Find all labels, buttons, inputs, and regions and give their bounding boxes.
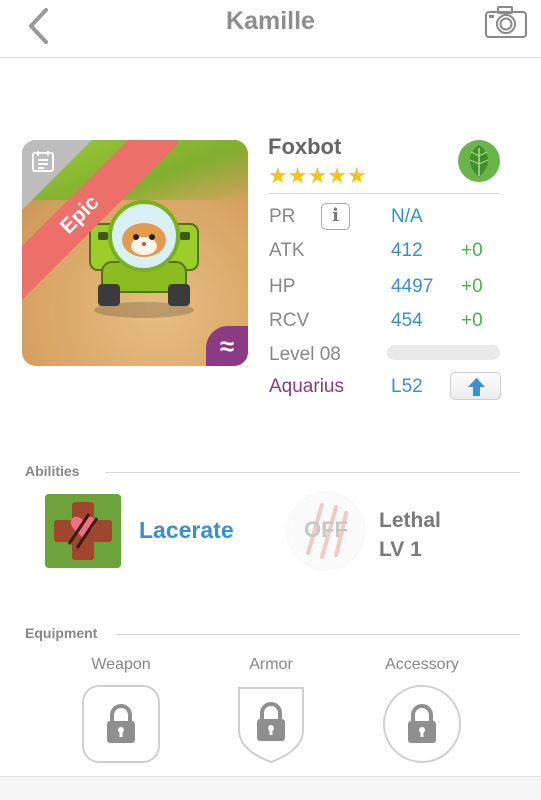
abilities-divider (106, 472, 520, 473)
armor-slot[interactable] (231, 684, 311, 764)
weapon-slot-frame (82, 685, 160, 763)
level-label: Level 08 (269, 344, 341, 365)
rcv-label: RCV (269, 310, 310, 331)
abilities-section-label: Abilities (25, 463, 80, 479)
equipment-section-label: Equipment (25, 625, 98, 641)
top-bar: Kamille (0, 0, 541, 58)
hp-value: 4497 (391, 276, 434, 297)
weapon-label: Weapon (91, 656, 151, 673)
atk-value: 412 (391, 240, 423, 261)
accessory-label: Accessory (385, 656, 459, 673)
lacerate-icon[interactable] (45, 494, 121, 568)
atk-bonus: +0 (461, 240, 483, 261)
name-divider (268, 193, 500, 194)
hp-bonus: +0 (461, 276, 483, 297)
level-progress-bar (387, 345, 500, 360)
atk-label: ATK (269, 240, 305, 261)
arrow-up-icon (468, 378, 485, 396)
ability-off-badge: OFF (304, 517, 348, 542)
ability-lethal-title: Lethal (379, 509, 441, 532)
upgrade-button[interactable] (450, 372, 501, 400)
zodiac-label: Aquarius (269, 376, 344, 397)
armor-slot-frame (238, 687, 304, 764)
zodiac-level: L52 (391, 376, 423, 397)
ability-lacerate-name[interactable]: Lacerate (139, 517, 234, 544)
ability-lethal-name: Lethal LV 1 (379, 506, 441, 564)
accessory-slot-frame (383, 685, 461, 763)
accessory-slot[interactable] (382, 684, 462, 764)
monster-card-art[interactable]: Epic ≈ (22, 140, 248, 366)
pr-value: N/A (391, 206, 423, 227)
tribe-badge: ≈ (206, 326, 248, 366)
rcv-value: 454 (391, 310, 423, 331)
ability-lethal-button[interactable]: OFF (288, 493, 364, 569)
star-rating: ★★★★★ (268, 163, 367, 188)
equipment-divider (116, 634, 520, 635)
camera-icon (485, 6, 527, 38)
lacerate-icon-graphic (45, 494, 121, 568)
rcv-bonus: +0 (461, 310, 483, 331)
bottom-edge (0, 776, 541, 800)
weapon-slot[interactable] (81, 684, 161, 764)
pr-label: PR (269, 206, 296, 227)
pr-info-button[interactable]: i (321, 203, 350, 230)
camera-button[interactable] (484, 5, 528, 39)
card-icon (32, 151, 54, 172)
armor-label: Armor (249, 656, 293, 673)
leaf-icon (458, 140, 500, 182)
monster-name: Foxbot (268, 134, 342, 159)
ability-lethal-level: LV 1 (379, 538, 422, 561)
hp-label: HP (269, 276, 296, 297)
page-title: Kamille (226, 7, 315, 35)
